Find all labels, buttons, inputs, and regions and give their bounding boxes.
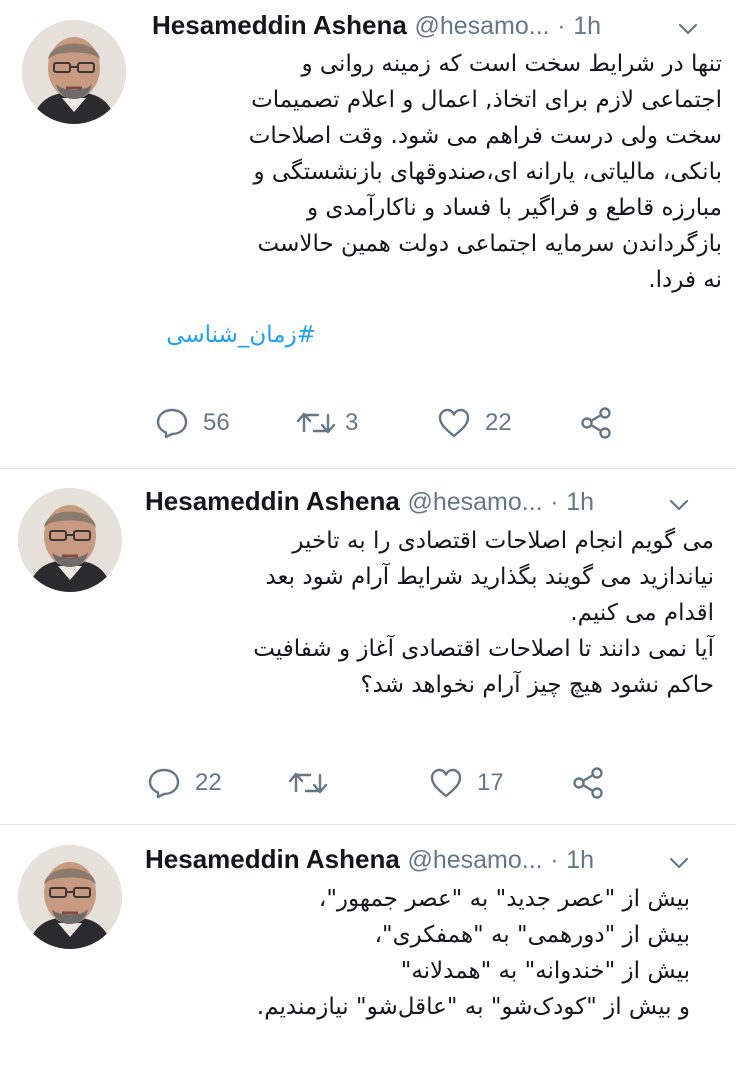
tweet-2[interactable]: Hesameddin Ashena @hesamo... · 1h می گوی… [0, 469, 736, 824]
display-name[interactable]: Hesameddin Ashena [145, 486, 400, 516]
avatar[interactable] [22, 20, 126, 124]
chevron-down-icon[interactable] [677, 18, 699, 40]
tweet-time[interactable]: 1h [566, 488, 594, 516]
tweet-time[interactable]: 1h [573, 12, 601, 40]
reply-button[interactable]: 56 [155, 403, 230, 443]
user-handle[interactable]: @hesamo... [414, 12, 549, 40]
like-count: 17 [477, 769, 504, 796]
tweet-actions: 22 17 [147, 763, 617, 803]
tweet-text: می گویم انجام اصلاحات اقتصادی را به تاخی… [253, 528, 714, 698]
tweet-time[interactable]: 1h [566, 846, 594, 874]
like-count: 22 [485, 409, 512, 436]
retweet-icon [288, 772, 328, 794]
display-name[interactable]: Hesameddin Ashena [152, 10, 407, 40]
tweet-header: Hesameddin Ashena @hesamo... · 1h [145, 842, 594, 876]
share-icon [573, 767, 603, 799]
retweet-button[interactable] [287, 763, 337, 803]
user-handle[interactable]: @hesamo... [407, 846, 542, 874]
tweet-1[interactable]: Hesameddin Ashena @hesamo... · 1h تنها د… [0, 0, 736, 470]
profile-photo-icon [18, 845, 122, 949]
like-button[interactable]: 17 [429, 763, 504, 803]
separator-dot: · [550, 846, 559, 874]
separator-dot: · [550, 488, 559, 516]
tweet-text: بیش از "عصر جدید" به "عصر جمهور"، بیش از… [256, 886, 690, 1020]
share-icon [581, 407, 611, 439]
profile-photo-icon [22, 20, 126, 124]
like-button[interactable]: 22 [437, 403, 512, 443]
user-handle[interactable]: @hesamo... [407, 488, 542, 516]
reply-button[interactable]: 22 [147, 763, 222, 803]
avatar[interactable] [18, 488, 122, 592]
reply-icon [148, 768, 180, 799]
reply-count: 22 [195, 769, 222, 796]
profile-photo-icon [18, 488, 122, 592]
tweet-header: Hesameddin Ashena @hesamo... · 1h [145, 484, 594, 518]
tweet-3[interactable]: Hesameddin Ashena @hesamo... · 1h بیش از… [0, 825, 736, 1082]
retweet-count: 3 [345, 409, 359, 436]
heart-icon [438, 408, 470, 438]
share-button[interactable] [571, 763, 605, 803]
separator-dot: · [557, 12, 566, 40]
display-name[interactable]: Hesameddin Ashena [145, 844, 400, 874]
tweet-actions: 56 3 22 [155, 403, 625, 443]
reply-icon [156, 408, 188, 439]
chevron-down-icon[interactable] [668, 852, 690, 874]
avatar[interactable] [18, 845, 122, 949]
retweet-button[interactable]: 3 [295, 403, 358, 443]
chevron-down-icon[interactable] [668, 494, 690, 516]
tweet-text: تنها در شرایط سخت است که زمینه روانی و ا… [248, 51, 722, 293]
heart-icon [430, 768, 462, 798]
retweet-icon [296, 412, 336, 434]
share-button[interactable] [579, 403, 613, 443]
reply-count: 56 [203, 409, 230, 436]
hashtag-link[interactable]: #زمان_شناسی [166, 322, 316, 348]
tweet-header: Hesameddin Ashena @hesamo... · 1h [152, 8, 601, 42]
